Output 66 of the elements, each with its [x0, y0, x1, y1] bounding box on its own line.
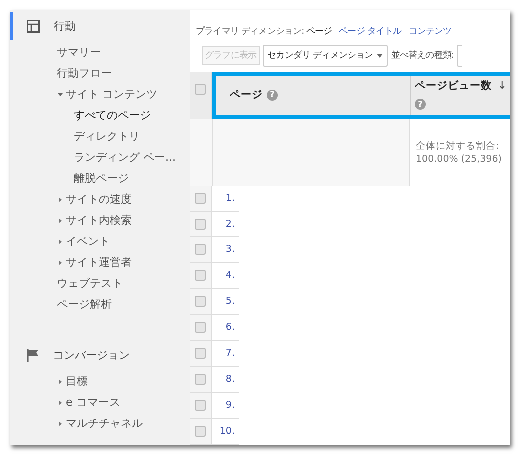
sort-dropdown[interactable]	[457, 44, 462, 67]
column-title: ページビュー数	[415, 78, 493, 94]
row-number: 9.	[224, 399, 236, 414]
secondary-dimension-dropdown[interactable]: セカンダリ ディメンション	[262, 44, 388, 67]
caret-right-icon	[58, 400, 63, 406]
sidebar-item[interactable]: e コマース	[10, 392, 190, 413]
sidebar-item[interactable]: サイト内検索	[10, 210, 190, 231]
sidebar-section[interactable]: コンバージョン	[10, 341, 190, 369]
row-number: 4.	[224, 269, 236, 284]
dimension-option[interactable]: ページ タイトル	[339, 24, 402, 38]
row-number: 7.	[224, 347, 236, 362]
sidebar-item[interactable]: 目標	[10, 371, 190, 392]
layout-icon	[27, 20, 40, 32]
checkbox[interactable]	[195, 84, 206, 95]
sidebar-item[interactable]: サマリー	[10, 42, 190, 63]
caret-right-icon	[58, 420, 63, 426]
caret-right-icon	[58, 238, 63, 244]
sidebar-item[interactable]: ウェブテスト	[10, 273, 190, 294]
row-number: 1.	[224, 192, 236, 206]
dimension-option[interactable]: コンテンツ	[408, 24, 452, 38]
sidebar-subitem[interactable]: すべてのページ	[10, 105, 190, 126]
row-number: 5.	[224, 295, 236, 310]
sidebar-item[interactable]: イベント	[10, 231, 190, 252]
row-checkbox[interactable]	[195, 348, 206, 360]
caret-right-icon	[58, 260, 63, 266]
flag-icon	[27, 348, 39, 362]
sidebar-subitem[interactable]: ランディング ペー...	[10, 147, 190, 168]
row-checkbox[interactable]	[195, 322, 206, 334]
row-number: 3.	[224, 243, 236, 258]
row-number: 6.	[224, 321, 236, 336]
row-checkbox[interactable]	[195, 218, 206, 230]
dimension-option[interactable]: ページ	[306, 24, 332, 38]
dimension-label: プライマリ ディメンション:	[196, 25, 304, 38]
caret-right-icon	[58, 218, 63, 224]
row-checkbox[interactable]	[195, 244, 206, 256]
section-label: 行動	[54, 18, 76, 34]
sidebar-item[interactable]: ページ解析	[10, 294, 190, 315]
sort-label: 並べ替えの種類:	[391, 50, 454, 62]
sidebar-item[interactable]: マルチチャネル	[10, 413, 190, 434]
column-header[interactable]: ページビュー数 ↓ ?	[410, 76, 510, 115]
sidebar-subitem[interactable]: ディレクトリ	[10, 126, 190, 147]
column-header[interactable]: ページ ?	[216, 76, 410, 115]
sidebar-item[interactable]: サイト運営者	[10, 252, 190, 273]
row-number: 2.	[224, 218, 236, 232]
sidebar-subitem[interactable]: 離脱ページ	[10, 168, 190, 189]
sort-arrow[interactable]: ↓	[498, 78, 510, 98]
row-checkbox[interactable]	[195, 426, 206, 438]
sidebar-item[interactable]: サイト コンテンツ	[10, 84, 190, 105]
caret-down-icon	[377, 54, 384, 58]
row-checkbox[interactable]	[195, 374, 206, 386]
column-title: ページ	[230, 88, 263, 102]
caret-right-icon	[58, 196, 63, 202]
totals-value: 100.00% (25,396)	[416, 154, 503, 166]
totals-label: 全体に対する割合:	[416, 140, 500, 154]
row-number: 8.	[224, 373, 236, 388]
caret-right-icon	[58, 378, 63, 384]
sidebar-section[interactable]: 行動	[10, 12, 190, 40]
sidebar-item[interactable]: 行動フロー	[10, 63, 190, 84]
row-checkbox[interactable]	[195, 270, 206, 282]
sidebar-item[interactable]: サイトの速度	[10, 189, 190, 210]
row-checkbox[interactable]	[195, 400, 206, 412]
row-checkbox[interactable]	[195, 296, 206, 308]
row-number: 10.	[218, 425, 236, 440]
caret-down-icon	[58, 92, 63, 98]
row-checkbox[interactable]	[195, 192, 206, 204]
section-label: コンバージョン	[53, 348, 130, 362]
